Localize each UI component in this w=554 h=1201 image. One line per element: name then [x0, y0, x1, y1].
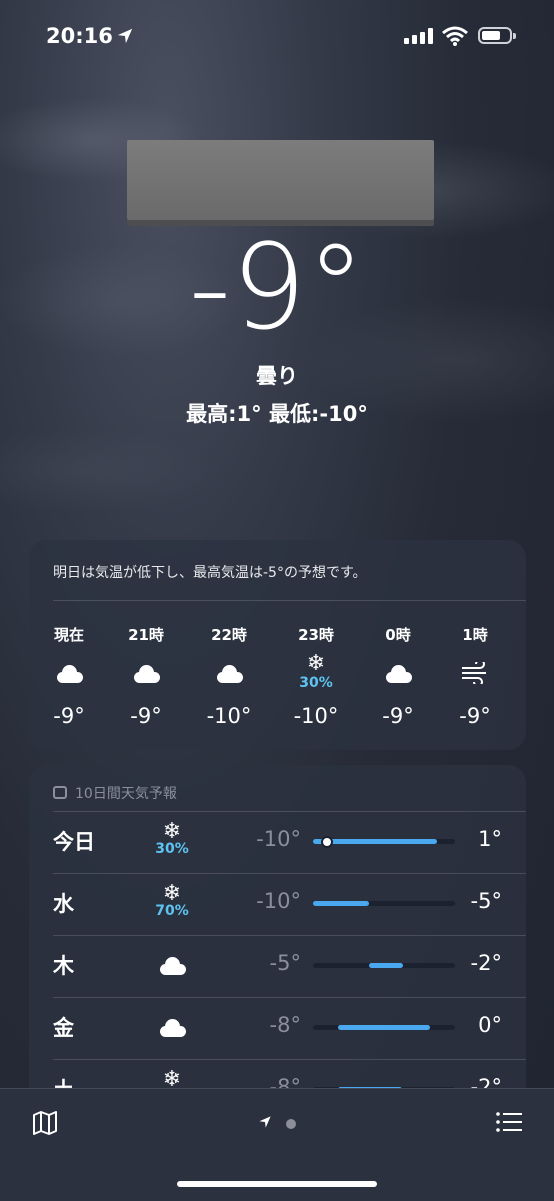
high-temp: 1° — [478, 827, 502, 851]
hourly-item: 0時 -9° — [363, 624, 433, 728]
temp-range-track — [313, 963, 455, 968]
hour-temp: -10° — [206, 704, 252, 728]
hour-label: 1時 — [462, 626, 488, 644]
cellular-signal-icon — [404, 28, 433, 44]
bottom-toolbar — [0, 1088, 554, 1201]
snow-icon: ❄ — [162, 881, 182, 906]
status-time: 20:16 — [46, 24, 113, 48]
cloud-icon — [214, 665, 244, 683]
current-temp-dot — [323, 837, 331, 846]
battery-icon — [478, 27, 516, 44]
day-label: 今日 — [53, 830, 95, 854]
high-temp: -2° — [470, 951, 502, 975]
high-temp: 0° — [478, 1013, 502, 1037]
cloud-icon — [157, 957, 187, 975]
hour-label: 0時 — [385, 626, 411, 644]
wind-icon — [462, 659, 486, 687]
low-temp: -5° — [269, 951, 301, 975]
hourly-item: 1時 -9° — [440, 624, 510, 728]
daily-row[interactable]: 水 ❄ 70% -10° -5° — [29, 873, 526, 935]
map-icon[interactable] — [32, 1111, 58, 1135]
ten-day-header: 10日間天気予報 — [53, 783, 177, 803]
forecast-summary: 明日は気温が低下し、最高気温は-5°の予想です。 — [53, 565, 367, 581]
hourly-item: 22時 -10° — [194, 624, 264, 728]
current-temperature: -9° — [188, 218, 366, 356]
daily-row[interactable]: 今日 ❄ 30% -10° 1° — [29, 811, 526, 873]
daily-row[interactable]: 木 -5° -2° — [29, 935, 526, 997]
cloud-icon — [157, 1019, 187, 1037]
hourly-item: 21時 -9° — [111, 624, 181, 728]
divider — [53, 600, 526, 601]
hour-label: 21時 — [128, 626, 164, 644]
location-arrow-icon — [117, 28, 133, 44]
ten-day-title: 10日間天気予報 — [75, 786, 177, 802]
snow-icon: ❄ — [162, 819, 182, 844]
hour-temp: -9° — [459, 704, 491, 728]
location-name-redacted — [127, 140, 434, 220]
hour-temp: -9° — [130, 704, 162, 728]
temp-range-bar — [338, 1025, 430, 1030]
temp-range-bar — [313, 901, 369, 906]
cloud-icon — [383, 665, 413, 683]
hourly-forecast-card[interactable]: 明日は気温が低下し、最高気温は-5°の予想です。 現在 -9° 21時 -9° … — [29, 540, 526, 750]
high-low-temperature: 最高:1° 最低:-10° — [186, 402, 368, 426]
temp-range-track — [313, 901, 455, 906]
day-label: 木 — [53, 954, 74, 978]
status-bar: 20:16 — [0, 0, 554, 74]
precip-chance: 70% — [155, 903, 189, 919]
current-condition: 曇り — [256, 364, 298, 388]
precip-chance: 30% — [155, 841, 189, 857]
temp-range-bar — [313, 839, 437, 844]
daily-row[interactable]: 金 -8° 0° — [29, 997, 526, 1059]
low-temp: -8° — [269, 1013, 301, 1037]
temp-range-bar — [369, 963, 403, 968]
list-icon[interactable] — [496, 1111, 522, 1133]
ten-day-forecast-card[interactable]: 10日間天気予報 今日 ❄ 30% -10° 1° 水 ❄ 70% -10° -5°… — [29, 765, 526, 1125]
temp-range-track — [313, 1025, 455, 1030]
hour-label: 23時 — [298, 626, 334, 644]
calendar-icon — [53, 786, 67, 799]
hour-label: 22時 — [211, 626, 247, 644]
low-temp: -10° — [256, 827, 301, 851]
page-indicator-dot[interactable] — [286, 1119, 296, 1129]
hourly-item: 23時 ❄ 30% -10° — [281, 624, 351, 728]
wifi-icon — [442, 26, 468, 46]
current-location-page-icon[interactable] — [258, 1115, 272, 1129]
high-temp: -5° — [470, 889, 502, 913]
snow-icon: ❄ — [306, 651, 326, 676]
low-temp: -10° — [256, 889, 301, 913]
hour-label: 現在 — [53, 626, 84, 644]
hourly-item: 現在 -9° — [34, 624, 104, 728]
cloud-icon — [54, 665, 84, 683]
precip-chance: 30% — [299, 675, 333, 691]
hour-temp: -9° — [382, 704, 414, 728]
day-label: 水 — [53, 892, 74, 916]
temp-range-track — [313, 837, 455, 846]
hour-temp: -10° — [293, 704, 339, 728]
hour-temp: -9° — [53, 704, 85, 728]
cloud-icon — [131, 665, 161, 683]
day-label: 金 — [53, 1016, 74, 1040]
home-indicator[interactable] — [177, 1181, 377, 1187]
